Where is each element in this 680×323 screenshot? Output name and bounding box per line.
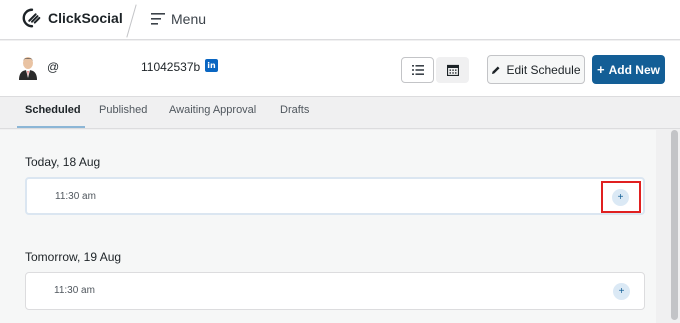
tab-published[interactable]: Published xyxy=(99,104,147,116)
schedule-list: Today, 18 Aug 11:30 am + Tomorrow, 19 Au… xyxy=(0,130,656,323)
calendar-icon xyxy=(446,64,459,76)
add-new-button[interactable]: + Add New xyxy=(592,55,665,84)
edit-schedule-label: Edit Schedule xyxy=(506,62,581,77)
slot-time: 11:30 am xyxy=(55,191,96,202)
add-new-label: Add New xyxy=(608,62,660,77)
pencil-icon xyxy=(492,66,500,74)
menu-label: Menu xyxy=(171,11,207,27)
tab-awaiting-approval[interactable]: Awaiting Approval xyxy=(169,104,256,116)
day-heading: Tomorrow, 19 Aug xyxy=(25,250,122,264)
menu-icon xyxy=(151,13,165,25)
time-slot[interactable]: 11:30 am + xyxy=(25,272,645,310)
header-divider xyxy=(126,4,137,38)
scrollbar-thumb[interactable] xyxy=(671,130,678,320)
menu-button[interactable]: Menu xyxy=(151,9,206,29)
calendar-view-button[interactable] xyxy=(436,57,469,83)
highlight-annotation-box xyxy=(601,181,641,213)
tab-scheduled[interactable]: Scheduled xyxy=(25,104,81,116)
clicksocial-logo-icon xyxy=(22,8,41,28)
active-tab-indicator xyxy=(17,126,85,128)
avatar[interactable] xyxy=(18,56,38,80)
account-handle: @ xyxy=(47,60,60,74)
list-view-button[interactable] xyxy=(401,57,434,83)
day-heading: Today, 18 Aug xyxy=(25,155,101,169)
plus-icon: + xyxy=(597,62,605,77)
tab-bar: Scheduled Published Awaiting Approval Dr… xyxy=(0,97,680,129)
tab-drafts[interactable]: Drafts xyxy=(280,104,309,116)
top-bar: ClickSocial Menu xyxy=(0,0,680,40)
linkedin-icon: in xyxy=(205,59,218,72)
list-icon xyxy=(411,65,424,75)
add-post-button[interactable]: + xyxy=(613,283,630,300)
scrollbar[interactable] xyxy=(668,130,680,323)
time-slot[interactable]: 11:30 am + xyxy=(25,177,645,215)
view-toggle xyxy=(401,57,469,83)
account-bar: @ 11042537b in Edit Schedule + Add New xyxy=(0,41,680,97)
account-id: 11042537b xyxy=(141,60,201,74)
brand-name: ClickSocial xyxy=(48,10,123,26)
edit-schedule-button[interactable]: Edit Schedule xyxy=(487,55,585,84)
slot-time: 11:30 am xyxy=(54,285,95,296)
